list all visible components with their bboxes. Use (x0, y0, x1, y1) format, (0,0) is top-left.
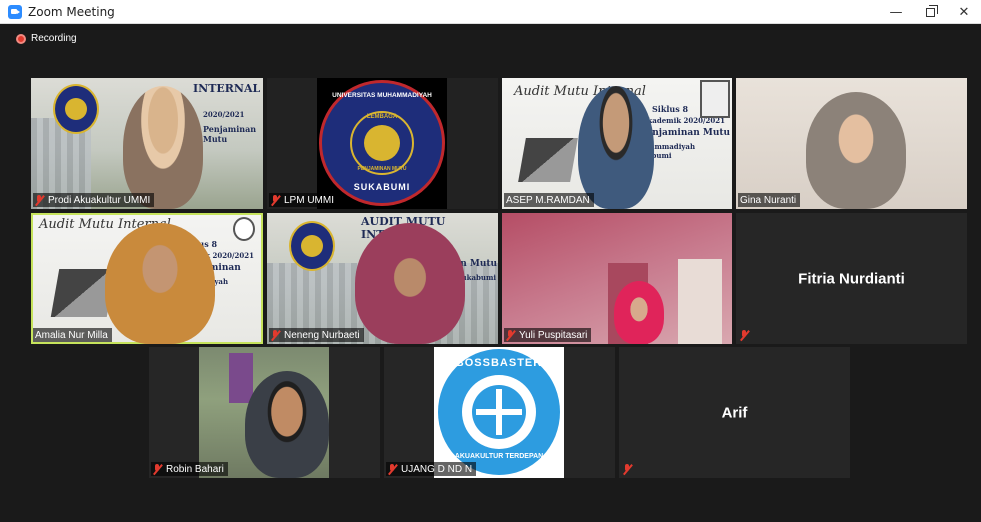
name-tag: Prodi Akuakultur UMMI (33, 193, 155, 207)
name-tag: LPM UMMI (269, 193, 338, 207)
name-tag (738, 328, 757, 342)
video-tile-lpm-ummi[interactable]: LEMBAGA PENJAMINAN MUTU SUKABUMI UNIVERS… (267, 78, 498, 209)
ummi-small-logo (233, 217, 255, 241)
zoom-app-icon (8, 4, 22, 19)
window-title: Zoom Meeting (28, 4, 115, 19)
minimize-button[interactable]: — (879, 0, 913, 24)
participant-video (578, 86, 654, 209)
mic-muted-icon (623, 463, 632, 475)
participant-video (614, 281, 664, 344)
video-tile-gina-nuranti[interactable]: Gina Nuranti (736, 78, 967, 209)
mic-muted-icon (506, 329, 515, 341)
recording-icon (16, 33, 26, 44)
name-tag: Yuli Puspitasari (504, 328, 592, 342)
name-tag: Robin Bahari (151, 462, 228, 476)
video-tile-robin-bahari[interactable]: Robin Bahari (149, 347, 380, 478)
video-tile-fitria-nurdianti[interactable]: Fitria Nurdianti (736, 213, 967, 344)
title-bar: Zoom Meeting — ✕ (0, 0, 981, 24)
mic-muted-icon (388, 463, 397, 475)
video-tile-neneng-nurbaeti[interactable]: AUDIT MUTU INTERNAL Penjaminan Mutu Muha… (267, 213, 498, 344)
video-tile-asep-m-ramdan[interactable]: Audit Mutu Internal Siklus 8 Akademik 20… (502, 78, 732, 209)
video-tile-prodi-akuakultur-ummi[interactable]: INTERNAL 2020/2021 Penjaminan Mutu Prodi… (31, 78, 263, 209)
wardrobe-image (678, 259, 722, 344)
mic-muted-icon (35, 194, 44, 206)
video-tile-amalia-nur-milla[interactable]: Audit Mutu Internal Siklus 8 Akademik 20… (31, 213, 263, 344)
name-tag: ASEP M.RAMDAN (504, 193, 594, 207)
close-button[interactable]: ✕ (947, 0, 981, 24)
recording-label: Recording (31, 33, 77, 44)
participant-name-display: Fitria Nurdianti (798, 270, 905, 287)
restore-icon (925, 4, 938, 17)
recording-indicator[interactable]: Recording (16, 33, 77, 44)
video-tile-ujang[interactable]: BOSSBASTER AKUAKULTUR TERDEPAN UJANG D N… (384, 347, 615, 478)
name-tag (621, 462, 640, 476)
video-tile-arif[interactable]: Arif (619, 347, 850, 478)
participant-video (105, 223, 215, 344)
participant-name-display: Arif (721, 404, 748, 421)
mic-muted-icon (271, 329, 280, 341)
name-tag: Amalia Nur Milla (33, 328, 112, 342)
restore-button[interactable] (913, 0, 947, 24)
name-tag: UJANG D ND N (386, 462, 477, 476)
mic-muted-icon (271, 194, 280, 206)
participant-video (806, 92, 906, 209)
mic-muted-icon (740, 329, 749, 341)
laptop-image (518, 138, 578, 182)
video-tile-yuli-puspitasari[interactable]: Yuli Puspitasari (502, 213, 732, 344)
mic-muted-icon (153, 463, 162, 475)
participant-video (245, 371, 329, 478)
participant-video (123, 86, 203, 209)
name-tag: Neneng Nurbaeti (269, 328, 364, 342)
participant-video (355, 223, 465, 344)
frame-image (700, 80, 730, 118)
zoom-window: Zoom Meeting — ✕ Recording INTERNAL 2020… (0, 0, 981, 522)
hanging-clothes (229, 353, 253, 403)
name-tag: Gina Nuranti (738, 193, 801, 207)
